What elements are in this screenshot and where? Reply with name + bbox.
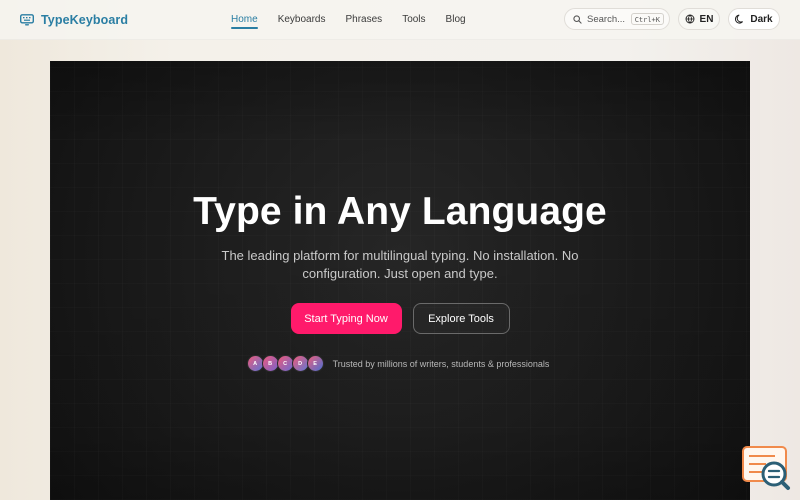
help-widget[interactable] [740, 444, 792, 494]
explore-tools-button[interactable]: Explore Tools [412, 303, 510, 334]
nav-item-tools[interactable]: Tools [402, 0, 425, 40]
header-controls: Search... Ctrl+K EN Dark [564, 8, 780, 30]
trust-avatars: A B C D E [246, 355, 324, 372]
nav-item-blog[interactable]: Blog [446, 0, 466, 40]
nav-item-home[interactable]: Home [231, 0, 258, 40]
language-selector-button[interactable]: EN [678, 8, 720, 30]
trust-section: A B C D E Trusted by millions of writers… [50, 355, 750, 372]
moon-icon [735, 14, 745, 24]
hero-subtitle: The leading platform for multilingual ty… [221, 248, 579, 281]
search-input[interactable]: Search... Ctrl+K [564, 8, 670, 30]
hero-title: Type in Any Language [193, 190, 607, 233]
help-search-icon [742, 446, 790, 490]
main-navigation: Home Keyboards Phrases Tools Blog [231, 0, 466, 40]
nav-item-phrases[interactable]: Phrases [346, 0, 383, 40]
nav-item-keyboards[interactable]: Keyboards [278, 0, 326, 40]
hero-content: Type in Any Language The leading platfor… [50, 189, 750, 372]
hero-actions: Start Typing Now Explore Tools [50, 303, 750, 334]
theme-toggle-button[interactable]: Dark [728, 8, 780, 30]
hero-section: Type in Any Language The leading platfor… [50, 61, 750, 500]
search-shortcut: Ctrl+K [630, 13, 664, 25]
globe-icon [685, 14, 695, 24]
site-header: TypeKeyboard Home Keyboards Phrases Tool… [0, 0, 800, 40]
brand-name: TypeKeyboard [41, 12, 129, 27]
start-typing-button[interactable]: Start Typing Now [290, 303, 402, 334]
language-label: EN [699, 13, 714, 25]
search-icon [573, 14, 582, 24]
theme-label: Dark [750, 13, 773, 25]
trust-text: Trusted by millions of writers, students… [332, 358, 550, 369]
brand-logo[interactable]: TypeKeyboard [20, 13, 128, 27]
avatar: E [306, 355, 324, 372]
search-placeholder: Search... [587, 13, 626, 25]
keyboard-icon [20, 13, 34, 26]
